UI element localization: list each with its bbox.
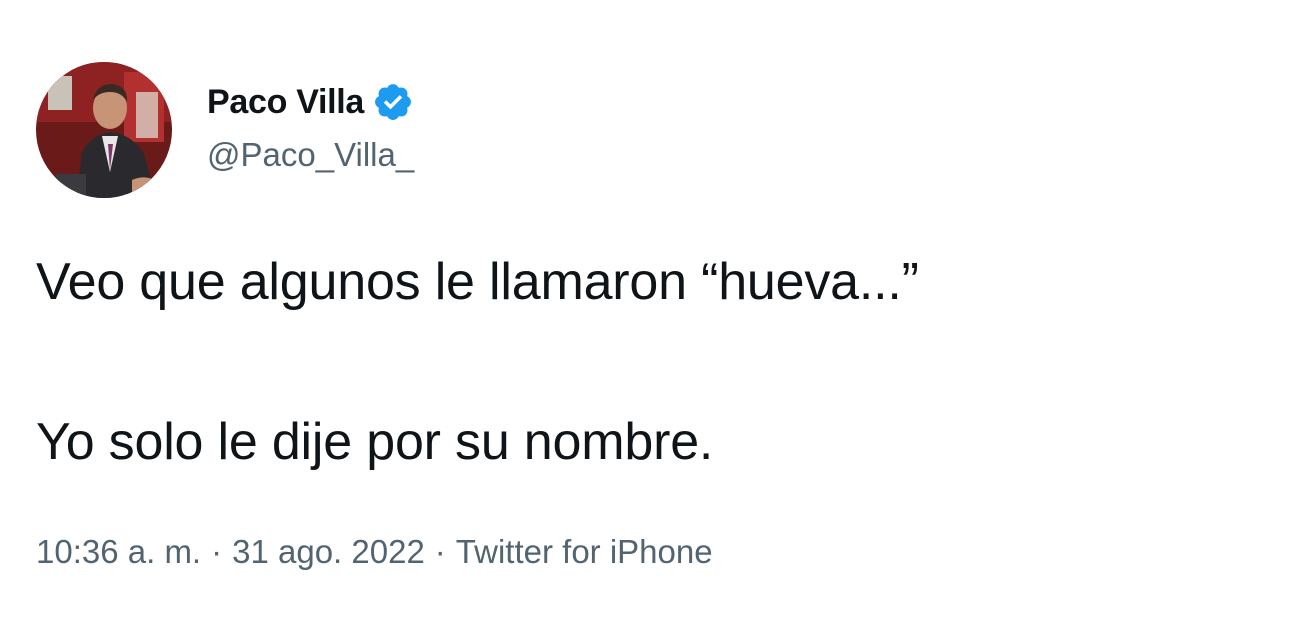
profile-photo-icon (36, 62, 172, 198)
tweet-source-link[interactable]: Twitter for iPhone (456, 533, 713, 571)
tweet-metadata: 10:36 a. m. · 31 ago. 2022 · Twitter for… (36, 533, 713, 571)
verified-badge-icon[interactable] (372, 81, 414, 123)
separator: · (211, 533, 223, 570)
avatar[interactable] (36, 62, 172, 198)
separator: · (434, 533, 446, 570)
tweet-date-link[interactable]: 31 ago. 2022 (232, 533, 425, 571)
display-name[interactable]: Paco Villa (207, 83, 364, 122)
user-handle[interactable]: @Paco_Villa_ (207, 136, 414, 174)
tweet-text-line-1: Veo que algunos le llamaron “hueva...” (36, 253, 919, 311)
tweet-time-link[interactable]: 10:36 a. m. (36, 533, 201, 571)
tweet-card: Paco Villa @Paco_Villa_ Veo que algunos … (0, 0, 1294, 620)
author-name-row: Paco Villa (207, 80, 414, 124)
tweet-text-line-2: Yo solo le dije por su nombre. (36, 413, 714, 471)
